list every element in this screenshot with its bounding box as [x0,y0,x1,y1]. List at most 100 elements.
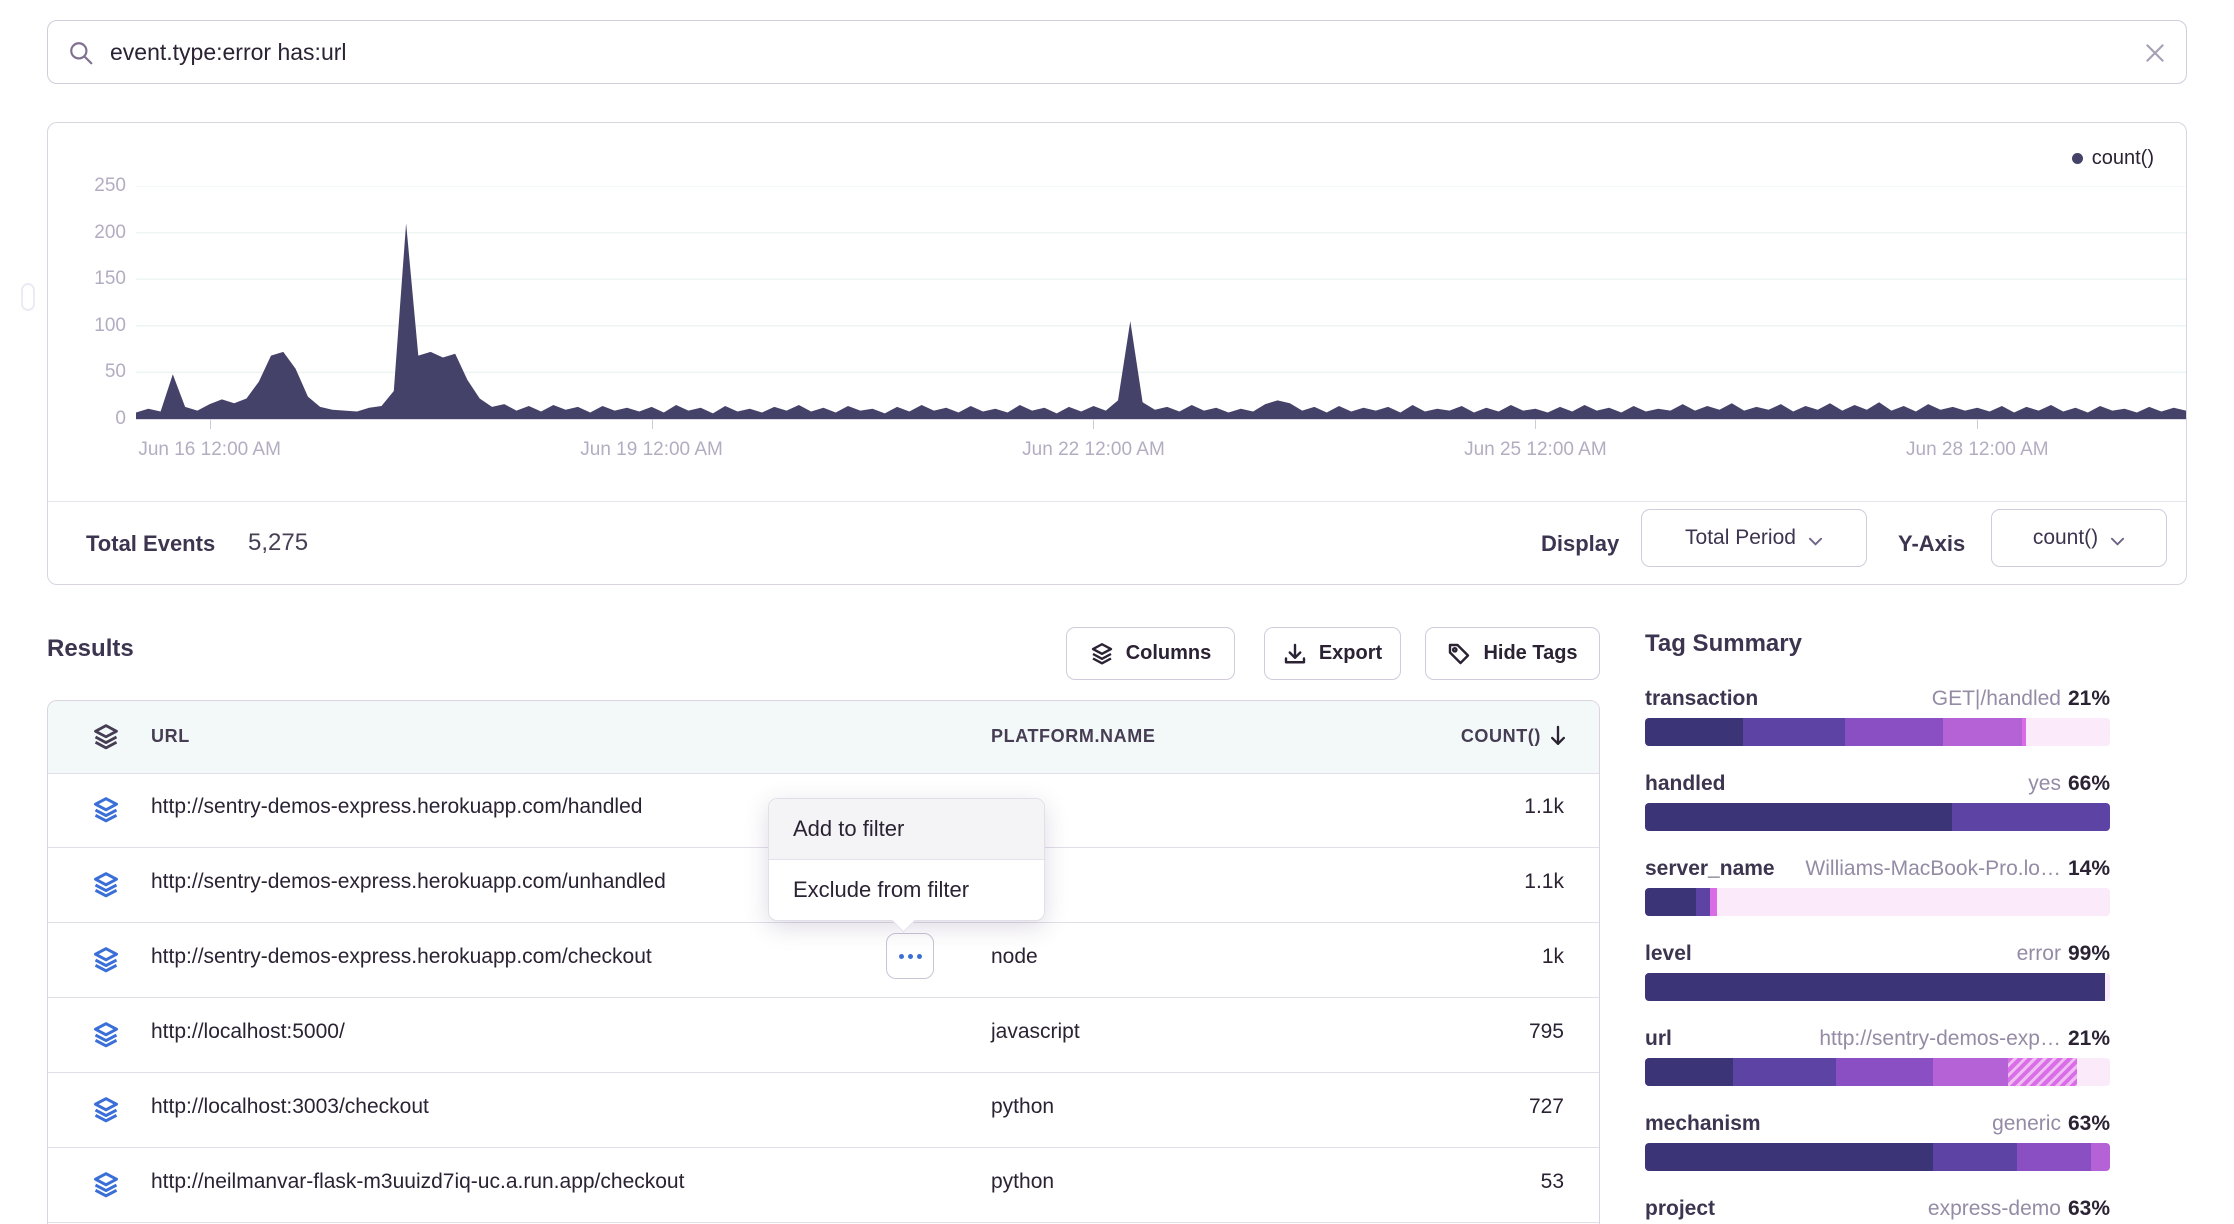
tag-name: url [1645,1027,1672,1051]
table-row[interactable]: http://localhost:3003/checkout python 72… [48,1073,1599,1148]
x-axis-tick-label: Jun 22 12:00 AM [973,439,1213,461]
y-axis-tick: 200 [48,222,126,244]
tag-bar-segment [1733,1058,1835,1086]
divider [48,501,2186,502]
platform-cell: javascript [991,1020,1080,1044]
display-dropdown-value: Total Period [1685,526,1796,550]
column-header-url[interactable]: URL [151,726,190,747]
layers-icon [92,723,120,751]
x-axis-tick-mark [210,419,211,429]
x-axis-tick-label: Jun 16 12:00 AM [90,439,330,461]
tag-name: level [1645,942,1692,966]
tag-summary-item: project express-demo63% [1645,1197,2110,1224]
tag-bar-segment [1743,718,1845,746]
tag-bar-segment [1836,1058,1934,1086]
events-chart-card: count() 050100150200250 Jun 16 12:00 AMJ… [47,122,2187,585]
tag-name: handled [1645,772,1726,796]
count-cell: 795 [1529,1020,1564,1044]
platform-cell: node [991,945,1038,969]
count-cell: 1.1k [1524,795,1564,819]
tag-bar-segment [1710,888,1717,916]
tag-top-value: http://sentry-demos-exp… [1819,1027,2061,1050]
legend-dot-icon [2072,153,2083,164]
row-actions-ellipsis-button[interactable] [886,933,934,979]
tag-icon [1447,642,1471,666]
table-header-row: URL PLATFORM.NAME COUNT() [48,701,1599,774]
columns-button[interactable]: Columns [1066,627,1235,680]
tag-percent: 63% [2068,1112,2110,1135]
yaxis-dropdown-value: count() [2033,526,2098,550]
layers-icon [92,946,120,974]
total-events-label: Total Events [86,531,215,557]
platform-cell: python [991,1170,1054,1194]
tag-distribution-bar[interactable] [1645,1143,2110,1171]
tag-bar-segment [1952,803,2110,831]
column-header-count[interactable]: COUNT() [1461,726,1541,747]
tag-percent: 99% [2068,942,2110,965]
layers-icon [92,1171,120,1199]
chart-legend[interactable]: count() [2072,147,2154,170]
x-axis-tick-label: Jun 28 12:00 AM [1857,439,2097,461]
tag-bar-segment [1645,973,2105,1001]
tag-bar-segment [2026,718,2110,746]
x-axis-tick-label: Jun 19 12:00 AM [532,439,772,461]
tag-distribution-bar[interactable] [1645,1058,2110,1086]
tag-top-value: GET|/handled [1932,687,2061,710]
display-dropdown[interactable]: Total Period [1641,509,1867,567]
tag-top-value: generic [1992,1112,2061,1135]
table-row[interactable]: http://sentry-demos-express.herokuapp.co… [48,923,1599,998]
layers-icon [92,1096,120,1124]
tag-bar-segment [1933,1058,2007,1086]
y-axis-tick: 100 [48,315,126,337]
search-bar[interactable]: event.type:error has:url [47,20,2187,84]
tag-bar-segment [1717,888,2110,916]
yaxis-label: Y-Axis [1898,531,1965,557]
tag-bar-segment [1645,1143,1933,1171]
export-button[interactable]: Export [1264,627,1401,680]
tag-summary-item: server_name Williams-MacBook-Pro.lo…14% [1645,857,2110,942]
results-heading: Results [47,635,134,663]
menu-item-add-to-filter[interactable]: Add to filter [769,799,1044,860]
results-table: URL PLATFORM.NAME COUNT() http://sentry-… [47,700,1600,1224]
event-count-area-chart[interactable] [136,186,2186,422]
tag-distribution-bar[interactable] [1645,888,2110,916]
yaxis-dropdown[interactable]: count() [1991,509,2167,567]
tag-distribution-bar[interactable] [1645,973,2110,1001]
hide-tags-button-label: Hide Tags [1483,642,1577,665]
tag-distribution-bar[interactable] [1645,718,2110,746]
resize-handle[interactable] [21,283,35,311]
url-cell[interactable]: http://localhost:5000/ [151,1020,345,1044]
arrow-down-icon[interactable] [1547,723,1569,749]
url-cell[interactable]: http://sentry-demos-express.herokuapp.co… [151,795,642,819]
count-cell: 53 [1541,1170,1564,1194]
url-cell[interactable]: http://neilmanvar-flask-m3uuizd7iq-uc.a.… [151,1170,684,1194]
tag-summary-item: handled yes66% [1645,772,2110,857]
column-header-platform[interactable]: PLATFORM.NAME [991,726,1155,747]
tag-distribution-bar[interactable] [1645,803,2110,831]
tag-name: transaction [1645,687,1758,711]
tag-bar-segment [1845,718,1943,746]
tag-bar-segment [1645,718,1743,746]
count-cell: 727 [1529,1095,1564,1119]
table-row[interactable]: http://localhost:5000/ javascript 795 [48,998,1599,1073]
table-row[interactable]: http://neilmanvar-flask-m3uuizd7iq-uc.a.… [48,1148,1599,1223]
tag-percent: 66% [2068,772,2110,795]
y-axis-tick: 50 [48,361,126,383]
layers-icon [92,796,120,824]
tag-name: project [1645,1197,1715,1221]
legend-label: count() [2092,147,2154,170]
tag-percent: 14% [2068,857,2110,880]
tag-summary-item: transaction GET|/handled21% [1645,687,2110,772]
x-axis-line [136,419,2186,420]
url-cell[interactable]: http://sentry-demos-express.herokuapp.co… [151,870,666,894]
tag-top-value: error [2017,942,2061,965]
x-axis-tick-mark [1093,419,1094,429]
clear-search-icon[interactable] [2142,40,2168,66]
tag-bar-segment [1933,1143,2017,1171]
url-cell[interactable]: http://sentry-demos-express.herokuapp.co… [151,945,652,969]
search-query[interactable]: event.type:error has:url [110,39,347,66]
y-axis-tick: 0 [48,408,126,430]
hide-tags-button[interactable]: Hide Tags [1425,627,1600,680]
tag-bar-segment [2091,1143,2110,1171]
url-cell[interactable]: http://localhost:3003/checkout [151,1095,429,1119]
